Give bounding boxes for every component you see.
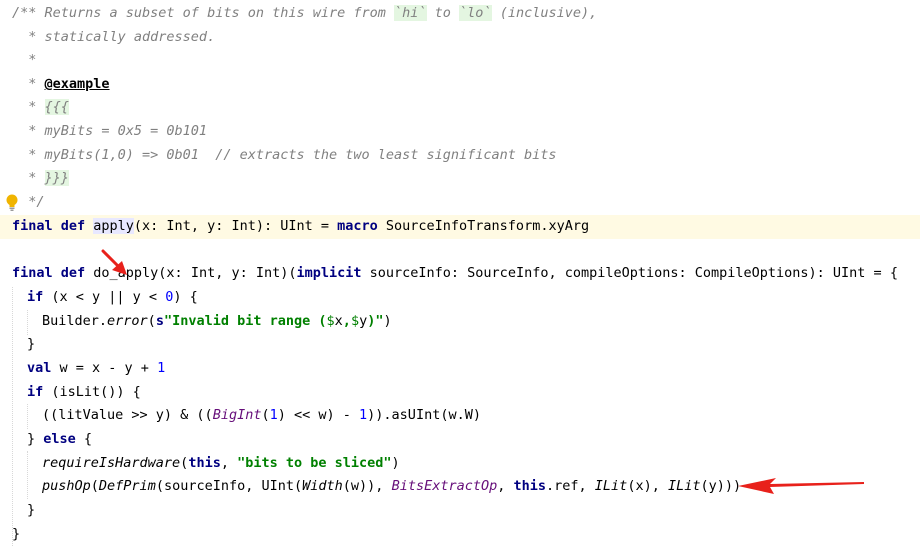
- code-line-4[interactable]: * @example: [12, 73, 920, 97]
- code-line-6[interactable]: * myBits = 0x5 = 0b101: [12, 120, 920, 144]
- code-line-7[interactable]: * myBits(1,0) => 0b01 // extracts the tw…: [12, 144, 920, 168]
- code-line-apply[interactable]: final def apply(x: Int, y: Int): UInt = …: [0, 215, 920, 239]
- code-line-close-method[interactable]: }: [12, 523, 920, 547]
- lightbulb-icon[interactable]: [5, 194, 19, 212]
- code-line-if-range[interactable]: if (x < y || y < 0) {: [27, 286, 920, 310]
- annotation-arrow-down: [101, 249, 127, 275]
- code-line-2[interactable]: * statically addressed.: [12, 26, 920, 50]
- code-editor[interactable]: /** Returns a subset of bits on this wir…: [0, 0, 920, 553]
- code-line-do-apply[interactable]: final def do_apply(x: Int, y: Int)(impli…: [12, 262, 920, 286]
- indent-guide: [27, 451, 28, 499]
- code-line-close-if[interactable]: }: [27, 333, 920, 357]
- code-line-require-hardware[interactable]: requireIsHardware(this, "bits to be slic…: [42, 452, 920, 476]
- indent-guide: [12, 287, 13, 546]
- code-line-builder-error[interactable]: Builder.error(s"Invalid bit range ($x,$y…: [42, 310, 920, 334]
- code-line-if-islit[interactable]: if (isLit()) {: [27, 381, 920, 405]
- code-line-9[interactable]: */: [12, 191, 920, 215]
- code-line-5[interactable]: * {{{: [12, 96, 920, 120]
- code-line-8[interactable]: * }}}: [12, 167, 920, 191]
- code-line-else[interactable]: } else {: [27, 428, 920, 452]
- indent-guide: [27, 310, 28, 335]
- code-line-3[interactable]: *: [12, 49, 920, 73]
- doc-tag-example: @example: [44, 76, 110, 92]
- annotation-arrow-left: [738, 478, 864, 494]
- code-line-litvalue[interactable]: ((litValue >> y) & ((BigInt(1) << w) - 1…: [42, 404, 920, 428]
- code-line-1[interactable]: /** Returns a subset of bits on this wir…: [12, 2, 920, 26]
- apply-identifier: apply: [93, 218, 134, 234]
- indent-guide: [27, 404, 28, 429]
- code-line-close-else[interactable]: }: [27, 499, 920, 523]
- code-line-val-w[interactable]: val w = x - y + 1: [27, 357, 920, 381]
